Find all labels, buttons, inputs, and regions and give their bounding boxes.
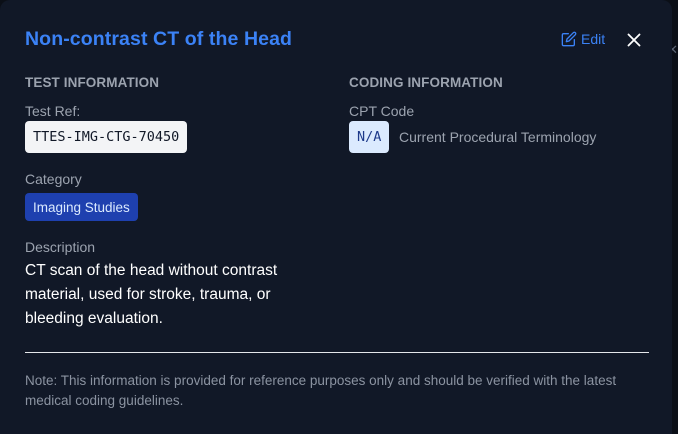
footer-divider <box>25 352 649 353</box>
category-label: Category <box>25 171 82 187</box>
test-details-modal: Non-contrast CT of the Head Edit TEST IN… <box>0 0 672 434</box>
edit-button-label: Edit <box>581 31 606 47</box>
modal-title: Non-contrast CT of the Head <box>25 28 293 50</box>
cpt-code-value: N/A <box>349 121 390 153</box>
category-badge: Imaging Studies <box>25 193 138 221</box>
cpt-code-label: CPT Code <box>349 103 415 119</box>
description-label: Description <box>25 239 96 255</box>
description-text: CT scan of the head without contrast mat… <box>25 262 278 327</box>
test-ref-label: Test Ref: <box>25 103 81 119</box>
cpt-code-meaning: Current Procedural Terminology <box>399 129 597 145</box>
reference-note: Note: This information is provided for r… <box>25 373 617 408</box>
coding-information-heading: CODING INFORMATION <box>349 75 503 90</box>
close-button[interactable] <box>626 32 642 48</box>
test-information-heading: TEST INFORMATION <box>25 75 160 90</box>
close-icon <box>626 32 642 48</box>
edit-button[interactable]: Edit <box>561 31 605 47</box>
test-ref-value: TTES-IMG-CTG-70450 <box>25 121 188 153</box>
edit-icon <box>561 31 577 47</box>
